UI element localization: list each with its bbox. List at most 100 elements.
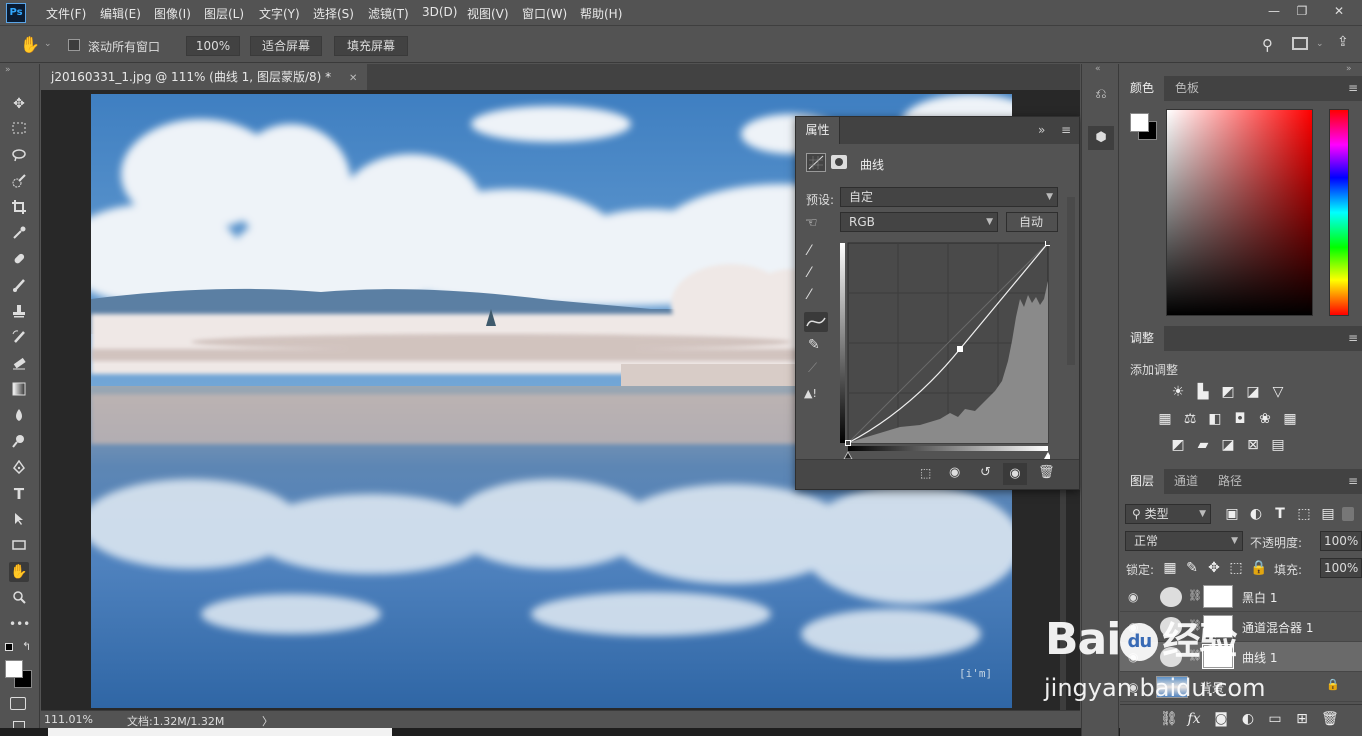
fill-screen-button[interactable]: 填充屏幕 (334, 36, 408, 56)
adjust-panel-menu-icon[interactable]: ≡ (1348, 331, 1358, 345)
blend-mode-dropdown[interactable]: 正常 ▼ (1125, 531, 1243, 551)
healing-brush-tool-icon[interactable] (9, 250, 29, 270)
filter-pixel-icon[interactable]: ▣ (1224, 506, 1240, 522)
more-tools-icon[interactable]: ••• (9, 614, 30, 634)
lock-transparent-icon[interactable]: ▦ (1162, 560, 1178, 576)
brightness-icon[interactable]: ☀ (1170, 384, 1186, 400)
scroll-all-checkbox[interactable] (68, 39, 80, 51)
menu-filter[interactable]: 滤镜(T) (368, 5, 409, 22)
black-white-icon[interactable]: ◧ (1207, 411, 1223, 427)
channel-dropdown[interactable]: RGB ▼ (840, 212, 998, 232)
hand-tool-active-icon[interactable]: ✋ (9, 562, 29, 582)
filter-kind-dropdown[interactable]: ⚲ 类型 ▼ (1125, 504, 1211, 524)
layers-panel-menu-icon[interactable]: ≡ (1348, 474, 1358, 488)
menu-view[interactable]: 视图(V) (467, 5, 509, 22)
gradient-tool-icon[interactable] (9, 380, 29, 400)
tab-channels[interactable]: 通道 (1164, 469, 1208, 494)
filter-shape-icon[interactable]: ⬚ (1296, 506, 1312, 522)
lock-artboard-icon[interactable]: ⬚ (1228, 560, 1244, 576)
search-icon[interactable]: ⚲ (1262, 36, 1273, 54)
new-adjustment-icon[interactable]: ◐ (1240, 711, 1256, 727)
menu-select[interactable]: 选择(S) (313, 5, 354, 22)
color-lookup-icon[interactable]: ▦ (1282, 411, 1298, 427)
minimize-button[interactable]: — (1261, 3, 1287, 19)
zoom-100-button[interactable]: 100% (186, 36, 240, 56)
exposure-icon[interactable]: ◪ (1245, 384, 1261, 400)
default-colors-icon[interactable] (5, 643, 13, 651)
smooth-curve-icon[interactable]: ⟋ (808, 361, 817, 376)
tab-swatches[interactable]: 色板 (1165, 76, 1209, 101)
lock-position-icon[interactable]: ✥ (1206, 560, 1222, 576)
filter-toggle[interactable] (1342, 507, 1354, 521)
curves-icon[interactable]: ◩ (1220, 384, 1236, 400)
status-arrow-icon[interactable]: 〉 (262, 713, 273, 729)
fx-icon[interactable]: fx (1186, 711, 1202, 727)
fit-screen-button[interactable]: 适合屏幕 (250, 36, 322, 56)
photo-filter-icon[interactable]: ◘ (1232, 411, 1248, 427)
quick-mask-icon[interactable] (10, 697, 26, 710)
eyedropper-tool-icon[interactable] (9, 224, 29, 244)
channel-mixer-icon[interactable]: ❀ (1257, 411, 1273, 427)
dodge-tool-icon[interactable] (9, 432, 29, 452)
crop-tool-icon[interactable] (9, 198, 29, 218)
clone-stamp-tool-icon[interactable] (9, 302, 29, 322)
lasso-tool-icon[interactable] (9, 146, 29, 166)
color-balance-icon[interactable]: ⚖ (1182, 411, 1198, 427)
filter-smart-object-icon[interactable]: ▤ (1320, 506, 1336, 522)
visibility-eye-icon[interactable]: ◉ (1128, 590, 1138, 604)
lock-all-icon[interactable]: 🔒 (1250, 560, 1267, 576)
curve-control-point[interactable] (845, 440, 851, 446)
collapse-toolbar-icon[interactable]: » (5, 65, 11, 75)
rectangle-tool-icon[interactable] (9, 536, 29, 556)
curves-graph[interactable] (840, 241, 1050, 461)
layer-name[interactable]: 通道混合器 1 (1242, 619, 1313, 636)
path-select-tool-icon[interactable] (9, 510, 29, 530)
curve-control-point[interactable] (957, 346, 963, 352)
eraser-tool-icon[interactable] (9, 354, 29, 374)
selective-color-icon[interactable]: ⊠ (1245, 437, 1261, 453)
add-mask-icon[interactable]: ◙ (1213, 711, 1229, 727)
tab-adjustments[interactable]: 调整 (1120, 326, 1165, 351)
quick-select-tool-icon[interactable] (9, 172, 29, 192)
menu-window[interactable]: 窗口(W) (522, 5, 567, 22)
move-tool-icon[interactable]: ✥ (9, 94, 29, 114)
tab-color[interactable]: 颜色 (1120, 76, 1165, 101)
filter-type-icon[interactable]: T (1272, 506, 1288, 522)
properties-scrollbar[interactable] (1067, 197, 1075, 365)
reset-icon[interactable]: ↺ (980, 465, 991, 480)
zoom-level[interactable]: 111.01% (44, 713, 93, 726)
color-panel-menu-icon[interactable]: ≡ (1348, 81, 1358, 95)
menu-layer[interactable]: 图层(L) (204, 5, 244, 22)
type-tool-icon[interactable]: T (9, 484, 29, 504)
properties-tab[interactable]: 属性 (796, 117, 840, 144)
menu-help[interactable]: 帮助(H) (580, 5, 622, 22)
curves-adjustment-icon[interactable] (806, 153, 826, 172)
layer-row[interactable]: ◉ ⛓ 黑白 1 (1120, 582, 1362, 612)
clip-to-layer-icon[interactable]: ⬚ (920, 466, 931, 480)
fg-color-chip[interactable] (1130, 113, 1149, 132)
clipping-warning-icon[interactable]: ▲! (804, 387, 817, 400)
gray-point-eyedropper-icon[interactable]: ⁄ (808, 265, 810, 281)
panel-menu-icon[interactable]: ≡ (1061, 123, 1071, 137)
opacity-input[interactable]: 100% (1320, 531, 1362, 551)
zoom-tool-icon[interactable] (9, 588, 29, 608)
layer-mask-thumb[interactable] (1203, 585, 1233, 608)
new-layer-icon[interactable]: ⊞ (1294, 711, 1310, 727)
collapse-panels-icon[interactable]: » (1346, 64, 1352, 74)
levels-icon[interactable]: ▙ (1195, 384, 1211, 400)
workspace-chevron-icon[interactable]: ⌄ (1316, 39, 1324, 49)
toggle-visibility-icon[interactable]: ◉ (1003, 463, 1027, 485)
auto-button[interactable]: 自动 (1006, 212, 1058, 232)
tab-paths[interactable]: 路径 (1208, 469, 1252, 494)
share-icon[interactable]: ⇪ (1337, 34, 1349, 50)
blur-tool-icon[interactable] (9, 406, 29, 426)
marquee-tool-icon[interactable] (9, 120, 29, 140)
view-previous-state-icon[interactable]: ◉ (949, 465, 960, 480)
menu-3d[interactable]: 3D(D) (422, 5, 457, 19)
vibrance-icon[interactable]: ▽ (1270, 384, 1286, 400)
hue-slider[interactable] (1329, 109, 1349, 316)
delete-icon[interactable]: 🗑 (1038, 465, 1055, 480)
lock-image-icon[interactable]: ✎ (1184, 560, 1200, 576)
white-point-eyedropper-icon[interactable]: ⁄ (808, 287, 810, 303)
workspace-icon[interactable] (1292, 37, 1308, 50)
